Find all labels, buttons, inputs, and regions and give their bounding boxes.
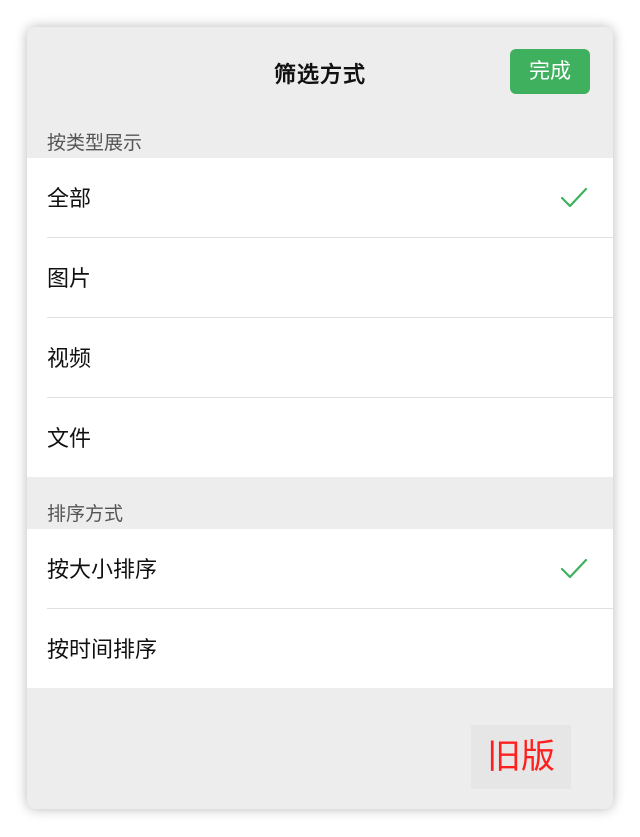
type-option-images[interactable]: 图片 (47, 237, 613, 317)
option-label: 图片 (47, 267, 92, 292)
type-option-files[interactable]: 文件 (47, 397, 613, 477)
header: 筛选方式 完成 (27, 27, 613, 117)
type-section-label: 按类型展示 (47, 132, 143, 154)
sort-option-size[interactable]: 按大小排序 (27, 529, 613, 608)
option-label: 视频 (47, 347, 92, 372)
type-options-list: 全部 图片 视频 文件 (27, 158, 613, 477)
option-label: 文件 (47, 427, 92, 452)
option-label: 按大小排序 (47, 558, 158, 583)
filter-sheet: 筛选方式 完成 按类型展示 全部 图片 视频 文件 排序方式 按大小排序 按时间… (27, 27, 613, 809)
type-option-videos[interactable]: 视频 (47, 317, 613, 397)
sort-section-label: 排序方式 (47, 503, 124, 525)
sort-options-list: 按大小排序 按时间排序 (27, 529, 613, 688)
checkmark-icon (560, 187, 588, 208)
type-option-all[interactable]: 全部 (27, 158, 613, 237)
option-label: 全部 (47, 187, 92, 212)
option-label: 按时间排序 (47, 638, 158, 663)
checkmark-icon (560, 558, 588, 579)
old-version-label: 旧版 (471, 725, 571, 789)
sort-option-time[interactable]: 按时间排序 (47, 608, 613, 688)
done-button[interactable]: 完成 (510, 49, 590, 94)
